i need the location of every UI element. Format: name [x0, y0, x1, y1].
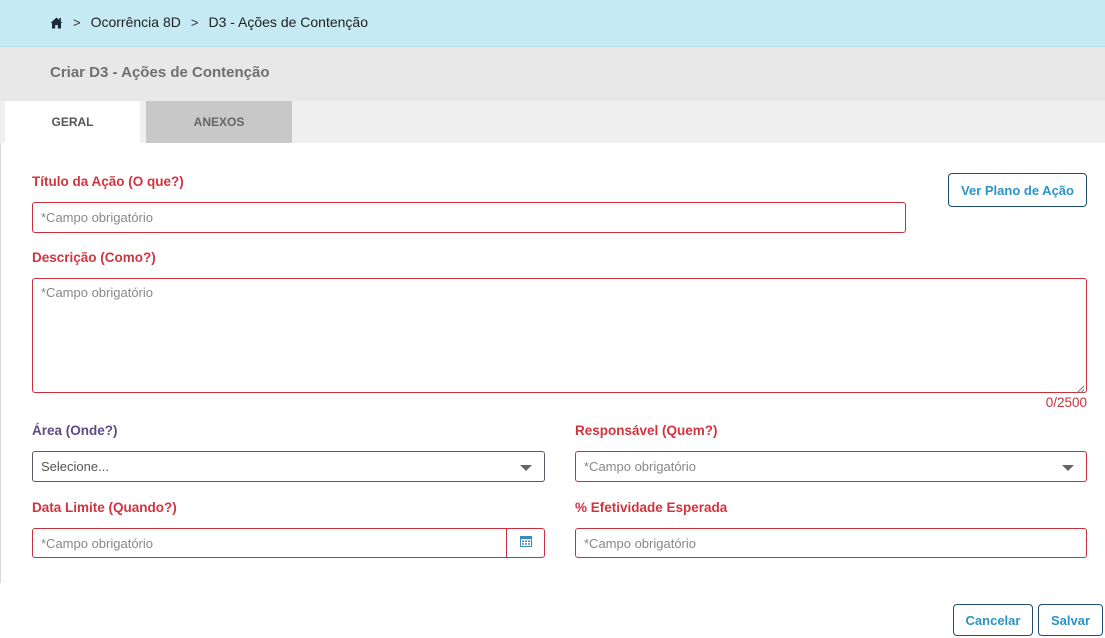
page-title: Criar D3 - Ações de Contenção [50, 64, 270, 81]
responsavel-label: Responsável (Quem?) [575, 423, 718, 438]
title-bar: Criar D3 - Ações de Contenção [0, 47, 1105, 101]
home-icon[interactable] [50, 16, 63, 29]
tab-anexos[interactable]: ANEXOS [146, 101, 292, 143]
titulo-placeholder: *Campo obrigatório [41, 210, 154, 225]
ver-plano-button[interactable]: Ver Plano de Ação [948, 173, 1087, 207]
tab-strip: GERAL ANEXOS [0, 101, 1105, 143]
calendar-icon [519, 534, 532, 552]
calendar-button[interactable] [506, 528, 545, 558]
descricao-placeholder: *Campo obrigatório [41, 285, 154, 300]
cancel-button[interactable]: Cancelar [953, 604, 1033, 636]
area-label: Área (Onde?) [32, 423, 118, 438]
efetividade-input[interactable]: *Campo obrigatório [575, 528, 1087, 558]
chevron-down-icon [520, 464, 532, 471]
data-limite-label: Data Limite (Quando?) [32, 500, 177, 515]
descricao-label: Descrição (Como?) [32, 250, 156, 265]
char-counter: 0/2500 [1045, 395, 1087, 410]
breadcrumb-separator: > [190, 14, 199, 30]
panel-left-border [0, 143, 5, 583]
area-selected-value: Selecione... [41, 459, 109, 474]
responsavel-select[interactable]: *Campo obrigatório [575, 451, 1087, 482]
titulo-input[interactable]: *Campo obrigatório [32, 202, 906, 233]
breadcrumb-separator: > [73, 14, 81, 30]
data-limite-placeholder: *Campo obrigatório [41, 535, 154, 551]
titulo-label: Título da Ação (O que?) [32, 174, 184, 189]
breadcrumb-item-ocorrencia[interactable]: Ocorrência 8D [91, 14, 181, 30]
save-button[interactable]: Salvar [1038, 604, 1103, 636]
breadcrumb: > Ocorrência 8D > D3 - Ações de Contençã… [50, 14, 368, 30]
descricao-textarea[interactable]: *Campo obrigatório [32, 278, 1087, 394]
responsavel-placeholder: *Campo obrigatório [584, 459, 697, 474]
tab-geral[interactable]: GERAL [5, 101, 140, 143]
efetividade-placeholder: *Campo obrigatório [584, 535, 697, 551]
area-select[interactable]: Selecione... [32, 451, 545, 482]
data-limite-input[interactable]: *Campo obrigatório [32, 528, 507, 558]
efetividade-label: % Efetividade Esperada [575, 500, 728, 515]
resize-grip-icon[interactable] [1076, 382, 1085, 394]
chevron-down-icon [1062, 464, 1074, 471]
breadcrumb-bar: > Ocorrência 8D > D3 - Ações de Contençã… [0, 0, 1105, 47]
breadcrumb-item-current: D3 - Ações de Contenção [208, 14, 368, 30]
